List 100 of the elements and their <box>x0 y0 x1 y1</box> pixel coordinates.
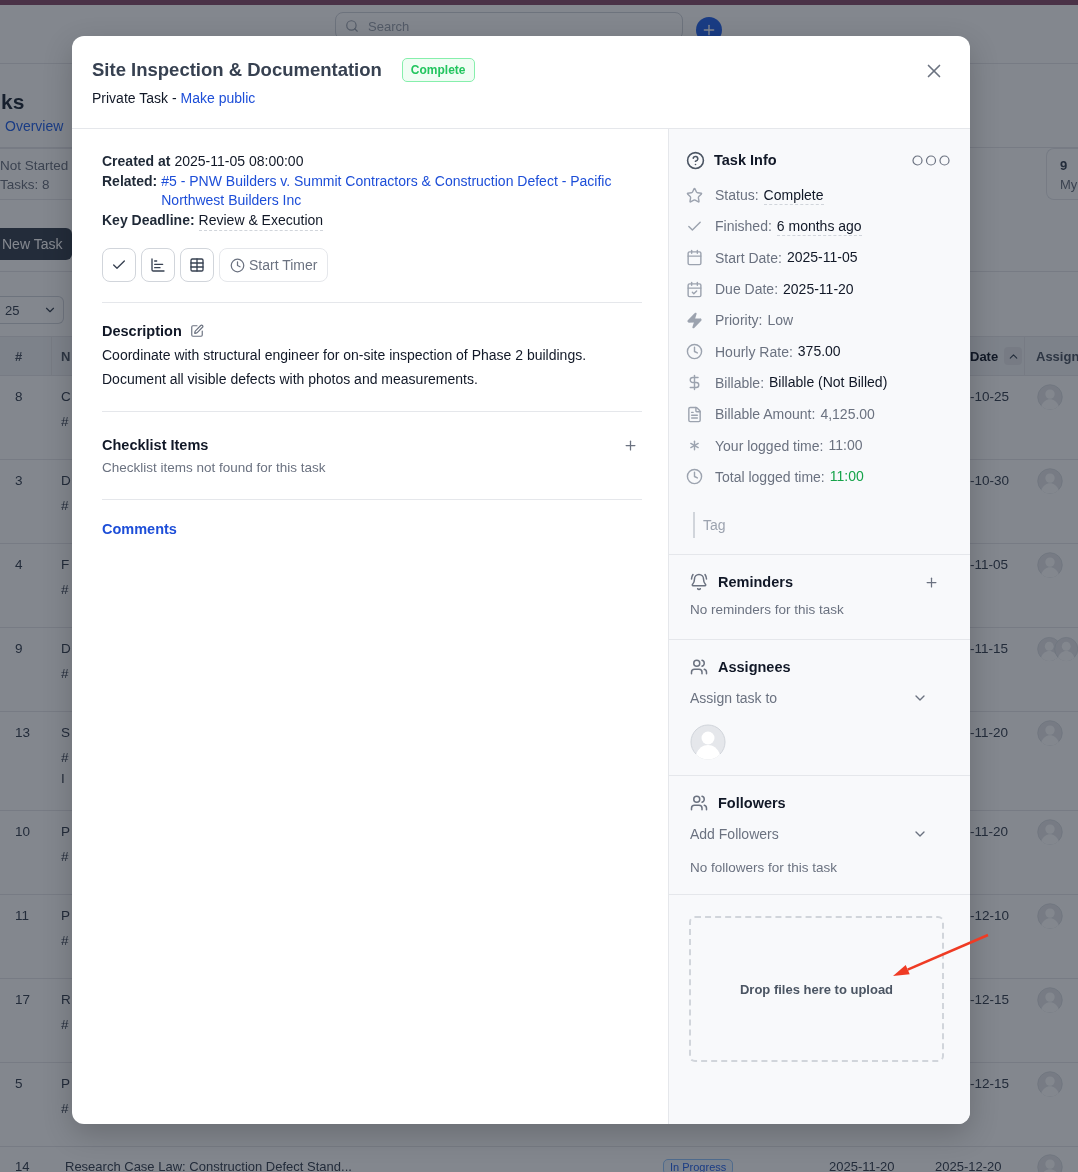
table-cell: R <box>61 992 71 1007</box>
table-button[interactable] <box>180 248 214 282</box>
detail-label: Related: <box>102 171 158 191</box>
table-cell: -11-20 <box>970 824 1009 839</box>
info-label: Total logged time: <box>715 468 825 485</box>
info-label: Billable: <box>715 374 765 391</box>
table-cell: 5 <box>15 1076 23 1091</box>
empty-message: No reminders for this task <box>690 601 845 620</box>
stat-count: 9 <box>1060 157 1068 175</box>
section-title: Checklist Items <box>102 436 209 455</box>
chart-button[interactable] <box>141 248 175 282</box>
table-cell: D <box>61 641 71 656</box>
table-cell: # <box>61 1017 69 1032</box>
column-header[interactable]: # <box>15 348 23 364</box>
status-badge: Complete <box>401 58 475 82</box>
table-cell: 10 <box>15 824 31 839</box>
description-text: Coordinate with structural engineer for on-site inspection of Phase 2 buildings. Document all visible defects with photos and measurements. <box>102 346 588 389</box>
start-timer-button[interactable]: Start Timer <box>219 248 329 282</box>
table-cell: 8 <box>15 389 23 404</box>
stat-label: Tasks: 8 <box>0 176 50 194</box>
detail-label: Key Deadline: <box>102 210 195 230</box>
detail-label: Created at <box>102 152 171 171</box>
clock-icon <box>230 257 245 273</box>
table-cell: 4 <box>15 557 23 572</box>
info-value[interactable]: 6 months ago <box>776 216 862 236</box>
stat-label: My <box>1060 176 1078 194</box>
privacy-label: Private Task - <box>92 89 177 108</box>
overview-link[interactable]: Overview <box>5 118 64 134</box>
more-icon[interactable] <box>912 154 950 166</box>
info-label: Priority: <box>715 312 763 329</box>
related-link[interactable]: #5 - PNW Builders v. Summit Contractors & Construction Defect - Pacific Northwest Builders Inc <box>161 171 627 211</box>
detail-value: 2025-11-05 08:00:00 <box>174 152 304 171</box>
table-cell: 11 <box>15 908 29 923</box>
info-value: 2025-11-20 <box>783 279 854 299</box>
info-label: Hourly Rate: <box>715 343 793 360</box>
table-cell: S <box>61 725 70 740</box>
info-label: Due Date: <box>715 281 779 298</box>
edit-icon[interactable] <box>189 324 204 338</box>
column-header[interactable]: N <box>61 348 71 364</box>
info-label: Finished: <box>715 218 772 235</box>
info-value: 375.00 <box>797 342 841 362</box>
bar-chart-icon <box>150 257 166 273</box>
table-cell: I <box>61 771 65 786</box>
plus-icon[interactable] <box>924 574 939 590</box>
table-cell: # <box>61 498 69 513</box>
info-value[interactable]: Complete <box>763 185 824 205</box>
info-value: 4,125.00 <box>820 404 875 424</box>
dialog-title: Site Inspection & Documentation <box>92 58 382 82</box>
table-cell: # <box>61 750 69 765</box>
table-cell: 17 <box>15 992 31 1007</box>
info-value: 11:00 <box>828 436 863 455</box>
users-icon <box>690 794 708 813</box>
table-cell: # <box>61 414 69 429</box>
users-icon <box>690 658 708 677</box>
section-title: Followers <box>718 794 786 814</box>
comments-tab[interactable]: Comments <box>102 521 177 537</box>
assignee-select[interactable]: Assign task to <box>690 688 939 709</box>
column-header[interactable]: Assign <box>1036 348 1078 364</box>
detail-value[interactable]: Review & Execution <box>198 210 324 231</box>
column-header[interactable]: Date <box>970 348 999 364</box>
followers-select[interactable]: Add Followers <box>690 824 939 845</box>
section-title: Reminders <box>718 573 793 593</box>
page-size-select[interactable]: 25 <box>0 296 64 324</box>
page-title: ks <box>0 90 25 114</box>
sort-button[interactable] <box>1004 347 1023 365</box>
help-icon <box>686 150 705 170</box>
info-value: Low <box>767 310 794 330</box>
table-cell: -12-15 <box>970 992 1010 1007</box>
table-icon <box>189 257 205 273</box>
table-cell: -11-15 <box>970 641 1009 656</box>
calendar-check-icon <box>686 280 703 298</box>
table-cell: -12-15 <box>970 1076 1010 1091</box>
section-title: Description <box>102 322 182 341</box>
info-label: Billable Amount: <box>715 406 816 423</box>
info-value: 11:00 <box>829 467 864 487</box>
info-label: Status: <box>715 187 759 204</box>
empty-message: No followers for this task <box>690 859 839 878</box>
table-cell: 13 <box>15 725 31 740</box>
table-cell: 2025-12-20 <box>935 1159 1002 1172</box>
info-label: Your logged time: <box>715 437 824 454</box>
table-cell: -10-25 <box>970 389 1010 404</box>
new-task-button[interactable]: New Task <box>0 228 73 260</box>
make-public-link[interactable]: Make public <box>180 88 256 108</box>
table-cell: F <box>61 557 70 572</box>
section-title: Task Info <box>714 151 777 170</box>
table-cell: # <box>61 933 69 948</box>
clock-icon <box>686 468 703 486</box>
plus-icon[interactable] <box>623 437 638 453</box>
document-icon <box>686 405 703 423</box>
table-cell: P <box>61 824 70 839</box>
lightning-icon <box>686 311 703 329</box>
search-icon <box>345 19 359 33</box>
table-cell: -11-05 <box>970 557 1009 572</box>
table-cell: C <box>61 389 71 404</box>
stat-label: Not Started <box>0 157 69 175</box>
tag-field[interactable]: Tag <box>693 512 873 539</box>
table-cell: -10-30 <box>970 473 1010 488</box>
file-dropzone[interactable]: Drop files here to upload <box>689 916 944 1063</box>
complete-button[interactable] <box>102 248 136 282</box>
table-cell: P <box>61 1076 70 1091</box>
